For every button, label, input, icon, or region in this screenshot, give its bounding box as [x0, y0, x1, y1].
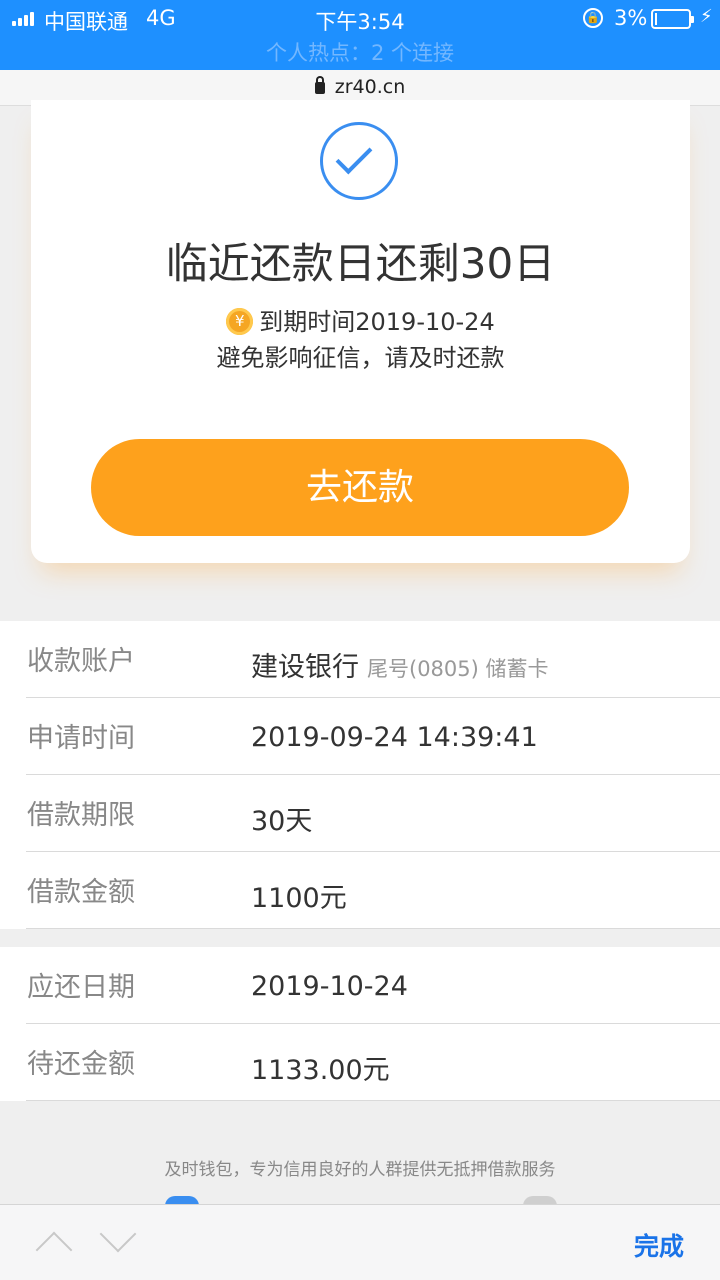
detail-row-account: 收款账户 建设银行 尾号(0805) 储蓄卡 — [26, 621, 720, 698]
detail-value: 2019-09-24 14:39:41 — [251, 722, 538, 753]
coin-icon: ¥ — [226, 307, 254, 335]
repayment-card: 临近还款日还剩30日 ¥ 到期时间2019-10-24 避免影响征信，请及时还款 … — [31, 100, 690, 563]
battery-icon — [651, 9, 694, 29]
credit-notice: 避免影响征信，请及时还款 — [216, 344, 505, 372]
detail-value: 建设银行 尾号(0805) 储蓄卡 — [251, 652, 549, 683]
hotspot-banner[interactable]: 个人热点：2 个连接 — [0, 37, 720, 67]
card-title: 临近还款日还剩30日 — [165, 239, 556, 288]
url-text: zr40.cn — [334, 76, 406, 98]
repayment-details: 应还日期 2019-10-24 待还金额 1133.00元 — [0, 947, 720, 1101]
detail-value: 1133.00元 — [251, 1055, 390, 1086]
detail-row-due-date: 应还日期 2019-10-24 — [26, 947, 720, 1024]
detail-label: 待还金额 — [27, 1049, 135, 1080]
detail-row-amount-due: 待还金额 1133.00元 — [26, 1024, 720, 1101]
battery-percent: 3% — [614, 6, 648, 30]
due-date-line: ¥ 到期时间2019-10-24 — [31, 302, 690, 337]
detail-row-apply-time: 申请时间 2019-09-24 14:39:41 — [26, 698, 720, 775]
detail-label: 借款金额 — [27, 877, 135, 908]
loan-details: 收款账户 建设银行 尾号(0805) 储蓄卡 申请时间 2019-09-24 14… — [0, 621, 720, 929]
detail-label: 应还日期 — [27, 972, 135, 1003]
detail-row-term: 借款期限 30天 — [26, 775, 720, 852]
detail-value: 1100元 — [251, 883, 347, 914]
chevron-down-icon[interactable] — [99, 1215, 137, 1253]
due-date-text: 到期时间2019-10-24 — [259, 308, 495, 336]
done-button[interactable]: 完成 — [634, 1227, 684, 1263]
detail-sub: 尾号(0805) 储蓄卡 — [367, 657, 549, 681]
detail-value: 2019-10-24 — [251, 971, 408, 1002]
rotation-lock-icon: 🔒 — [583, 8, 603, 28]
detail-label: 申请时间 — [27, 723, 135, 754]
charging-icon: ⚡ — [700, 6, 713, 27]
status-bar: 中国联通 4G 下午3:54 🔒 3% ⚡ 个人热点：2 个连接 — [0, 0, 720, 70]
chevron-up-icon[interactable] — [35, 1231, 73, 1269]
lock-icon — [314, 76, 325, 94]
keyboard-accessory-bar: 完成 — [0, 1204, 720, 1280]
detail-label: 收款账户 — [27, 646, 135, 677]
detail-value: 30天 — [251, 806, 313, 837]
repay-button[interactable]: 去还款 — [91, 439, 629, 536]
detail-label: 借款期限 — [27, 800, 135, 831]
detail-row-amount: 借款金额 1100元 — [26, 852, 720, 929]
status-time: 下午3:54 — [315, 10, 405, 34]
footer-note: 及时钱包，专为信用良好的人群提供无抵押借款服务 — [164, 1160, 556, 1180]
checkmark-icon — [320, 122, 398, 200]
